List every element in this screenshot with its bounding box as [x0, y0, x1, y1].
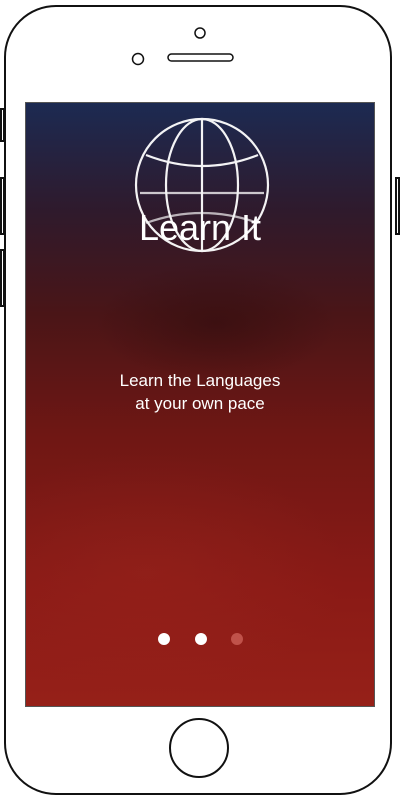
- tagline-line-1: Learn the Languages: [119, 371, 281, 390]
- power-button: [395, 177, 400, 235]
- page-dot-2[interactable]: [195, 633, 207, 645]
- front-camera: [131, 52, 145, 66]
- sensor: [194, 27, 206, 39]
- phone-sensors: [131, 27, 234, 66]
- page-dot-1[interactable]: [158, 633, 170, 645]
- app-title: Learn It: [138, 207, 262, 248]
- tagline-line-2: at your own pace: [135, 394, 265, 413]
- home-button[interactable]: [169, 718, 229, 778]
- speaker: [167, 53, 234, 62]
- page-dot-3-active[interactable]: [231, 633, 243, 645]
- tagline: Learn the Languages at your own pace: [26, 369, 374, 415]
- onboarding-screen: Learn It Learn the Languages at your own…: [25, 102, 375, 707]
